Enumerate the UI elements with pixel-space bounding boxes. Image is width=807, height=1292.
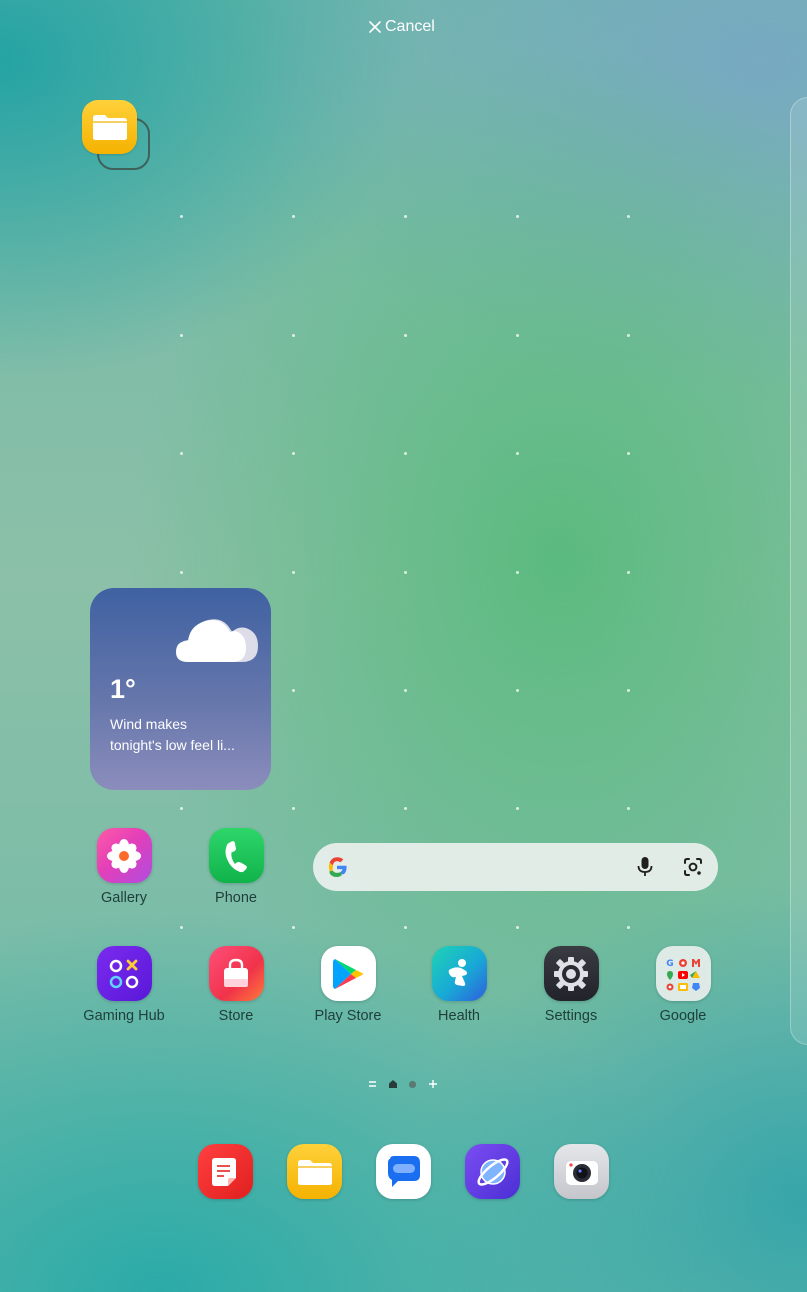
weather-description-line1: Wind makes [110,716,188,732]
my-files-folder-icon[interactable] [287,1144,342,1199]
grid-dot [627,452,630,455]
grid-dot [404,689,407,692]
app-store[interactable]: Store [181,946,291,1024]
app-phone[interactable]: Phone [181,828,291,906]
grid-dot [292,571,295,574]
cancel-label: Cancel [385,18,435,35]
play-triangle-icon [320,946,376,1001]
app-label: Google [659,1008,707,1024]
grid-dot [292,452,295,455]
grid-dot [404,807,407,810]
grid-dot [180,807,183,810]
camera-icon[interactable] [554,1144,609,1199]
app-gaming-hub[interactable]: Gaming Hub [69,946,179,1024]
grid-dot [516,926,519,929]
app-gallery[interactable]: Gallery [69,828,179,906]
app-label: Health [438,1008,480,1024]
shopping-bag-icon [208,946,264,1001]
grid-dot [627,926,630,929]
grid-dot [180,334,183,337]
grid-dot [516,571,519,574]
close-icon [369,21,381,33]
cloud-icon [176,619,258,662]
weather-temperature: 1° [110,674,136,704]
my-files-folder-icon [82,100,137,154]
grid-dot [516,215,519,218]
grid-dot [627,689,630,692]
grid-dot [292,689,295,692]
grid-dot [180,571,183,574]
next-page-preview-panel[interactable] [790,97,807,1045]
page-indicator[interactable] [368,1077,438,1091]
grid-dot [292,807,295,810]
app-google-folder[interactable]: G Google [628,946,738,1024]
gaming-hub-icon [96,946,152,1001]
grid-dot [180,926,183,929]
messages-icon[interactable] [376,1144,431,1199]
google-g-icon [328,857,347,877]
microphone-icon[interactable] [635,855,655,879]
gear-icon [543,946,599,1001]
weather-widget[interactable]: 1° Wind makes tonight's low feel li... [90,588,271,790]
internet-browser-icon[interactable] [465,1144,520,1199]
grid-dot [516,452,519,455]
health-runner-icon [431,946,487,1001]
grid-dot [516,689,519,692]
app-label: Settings [544,1008,598,1024]
grid-dot [627,215,630,218]
phone-handset-icon [208,828,264,883]
app-label: Gaming Hub [83,1008,165,1024]
page-list-icon[interactable] [368,1080,377,1088]
app-label: Store [218,1008,254,1024]
page-dot-icon[interactable] [408,1080,417,1089]
grid-dot [627,334,630,337]
grid-dot [404,926,407,929]
weather-description: Wind makes tonight's low feel li... [110,714,260,756]
google-folder-icon: G [655,946,711,1001]
app-label: Gallery [101,890,147,906]
cancel-button[interactable]: Cancel [368,16,435,38]
app-label: Phone [215,890,257,906]
grid-dot [180,452,183,455]
grid-dot [516,807,519,810]
grid-dot [404,452,407,455]
dragged-app-icon[interactable] [82,100,152,172]
grid-dot [292,215,295,218]
app-label: Play Store [314,1008,382,1024]
grid-dot [292,334,295,337]
add-page-icon[interactable] [428,1079,438,1089]
google-search-widget[interactable] [313,843,718,891]
lens-camera-icon[interactable] [681,855,705,879]
gallery-flower-icon [96,828,152,883]
grid-dot [404,334,407,337]
home-page-dot-icon[interactable] [388,1079,398,1089]
notes-icon[interactable] [198,1144,253,1199]
svg-text:G: G [666,959,673,969]
grid-dot [180,215,183,218]
app-health[interactable]: Health [404,946,514,1024]
grid-dot [627,807,630,810]
grid-dot [627,571,630,574]
grid-dot [404,215,407,218]
grid-dot [516,334,519,337]
app-play-store[interactable]: Play Store [293,946,403,1024]
weather-description-line2: tonight's low feel li... [110,737,235,753]
grid-dot [404,571,407,574]
grid-dot [292,926,295,929]
app-settings[interactable]: Settings [516,946,626,1024]
